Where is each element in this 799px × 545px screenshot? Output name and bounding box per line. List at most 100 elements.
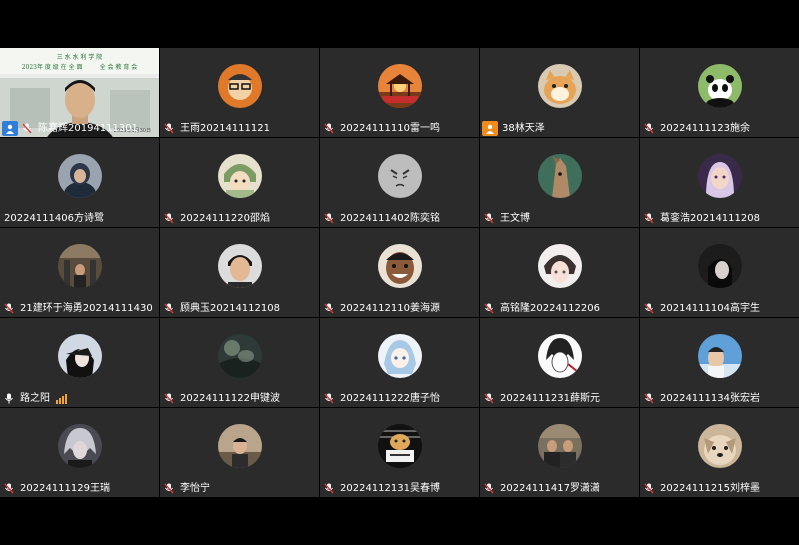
participant-grid: 三 水 水 利 学 院 2023年 度 级 在 全 面 全 会 教 育 会 20… [0,48,799,498]
participant-name: 21建环于海勇20214111430 [20,303,153,314]
mic-muted-icon [162,122,176,136]
participant-label: 高铭隆20224112206 [482,301,602,316]
participant-tile[interactable]: 20224111215刘梓墨 [640,408,799,497]
avatar [217,334,262,378]
participant-label: 20224111406方诗鹭 [2,211,106,226]
avatar [217,154,262,198]
mic-muted-icon [322,482,336,496]
participant-tile[interactable]: 王文博 [480,138,639,227]
mic-muted-icon [482,482,496,496]
participant-tile[interactable]: 路之阳 [0,318,159,407]
participant-label: 20224111122申键波 [162,391,282,406]
avatar [537,244,582,288]
participant-tile[interactable]: 20224111222唐子怡 [320,318,479,407]
mic-muted-icon [322,122,336,136]
mic-icon [2,392,16,406]
participant-name: 20224111110雷一鸣 [340,123,440,134]
participant-tile[interactable]: 20224111417罗潇潇 [480,408,639,497]
participant-name: 葛銮浩20214111208 [660,213,760,224]
participant-label: 38林天泽 [482,121,547,136]
avatar [537,154,582,198]
avatar [57,154,102,198]
mic-muted-icon [2,482,16,496]
participant-label: 顾典玉20214112108 [162,301,282,316]
avatar [57,424,102,468]
participant-tile[interactable]: 20224111123施余 [640,48,799,137]
participant-tile[interactable]: 20214111104高宇生 [640,228,799,317]
participant-tile[interactable]: 高铭隆20224112206 [480,228,639,317]
participant-tile[interactable]: 顾典玉20214112108 [160,228,319,317]
participant-tile[interactable]: 葛銮浩20214111208 [640,138,799,227]
participant-name: 20224112110姜海源 [340,303,440,314]
avatar [57,334,102,378]
participant-name: 20224111122申键波 [180,393,280,404]
participant-label: 20224111129王瑞 [2,481,112,496]
audio-level-icon [56,393,67,404]
participant-tile[interactable]: 王雨20214111121 [160,48,319,137]
avatar [697,154,742,198]
participant-label: 20224111402陈奕铭 [322,211,442,226]
avatar [537,334,582,378]
video-banner-title: 三 水 水 利 学 院 [56,54,103,61]
participant-tile[interactable]: 21建环于海勇20214111430 [0,228,159,317]
mic-muted-icon [642,482,656,496]
participant-name: 20224112131吴春博 [340,483,440,494]
participant-name: 20224111215刘梓墨 [660,483,760,494]
participant-name: 20224111134张宏岩 [660,393,760,404]
participant-label: 20224111231薛斯元 [482,391,602,406]
participant-label: 20224112110姜海源 [322,301,442,316]
participant-label: 王文博 [482,211,532,226]
participant-name: 高铭隆20224112206 [500,303,600,314]
participant-tile[interactable]: 三 水 水 利 学 院 2023年 度 级 在 全 面 全 会 教 育 会 20… [0,48,159,137]
avatar [697,64,742,108]
participant-tile[interactable]: 20224112131吴春博 [320,408,479,497]
mic-muted-icon [482,392,496,406]
mic-muted-icon [2,302,16,316]
participant-label: 陈嘉辉20194111301 [2,121,140,136]
participant-tile[interactable]: 20224111134张宏岩 [640,318,799,407]
participant-label: 李怡宁 [162,481,212,496]
mic-muted-icon [162,392,176,406]
participant-label: 20224111222唐子怡 [322,391,442,406]
participant-tile[interactable]: 20224111406方诗鹭 [0,138,159,227]
participant-tile[interactable]: 20224111220邵焰 [160,138,319,227]
mic-muted-icon [322,392,336,406]
mic-muted-icon [20,122,34,136]
participant-tile[interactable]: 20224111129王瑞 [0,408,159,497]
participant-tile[interactable]: 20224111231薛斯元 [480,318,639,407]
participant-label: 20224111110雷一鸣 [322,121,442,136]
participant-label: 王雨20214111121 [162,121,272,136]
avatar [217,64,262,108]
participant-label: 路之阳 [2,391,67,406]
participant-name: 20224111417罗潇潇 [500,483,600,494]
participant-name: 20214111104高宇生 [660,303,760,314]
participant-label: 20224111215刘梓墨 [642,481,762,496]
avatar [377,424,422,468]
participant-name: 20224111222唐子怡 [340,393,440,404]
participant-label: 20214111104高宇生 [642,301,762,316]
mic-muted-icon [642,212,656,226]
avatar [377,334,422,378]
avatar [697,244,742,288]
participant-name: 路之阳 [20,393,50,404]
mic-muted-icon [642,302,656,316]
mic-muted-icon [642,122,656,136]
avatar [57,244,102,288]
participant-tile[interactable]: 李怡宁 [160,408,319,497]
participant-tile[interactable]: 20224111110雷一鸣 [320,48,479,137]
participant-label: 21建环于海勇20214111430 [2,301,155,316]
avatar [377,154,422,198]
participant-tile[interactable]: 20224112110姜海源 [320,228,479,317]
participant-tile[interactable]: 38林天泽 [480,48,639,137]
participant-tile[interactable]: 20224111402陈奕铭 [320,138,479,227]
mic-muted-icon [482,212,496,226]
participant-label: 20224111134张宏岩 [642,391,762,406]
participant-label: 葛銮浩20214111208 [642,211,762,226]
participant-label: 20224111220邵焰 [162,211,272,226]
mic-muted-icon [322,212,336,226]
avatar [377,64,422,108]
participant-tile[interactable]: 20224111122申键波 [160,318,319,407]
participant-name: 陈嘉辉20194111301 [38,123,138,134]
mic-muted-icon [642,392,656,406]
participant-name: 王文博 [500,213,530,224]
